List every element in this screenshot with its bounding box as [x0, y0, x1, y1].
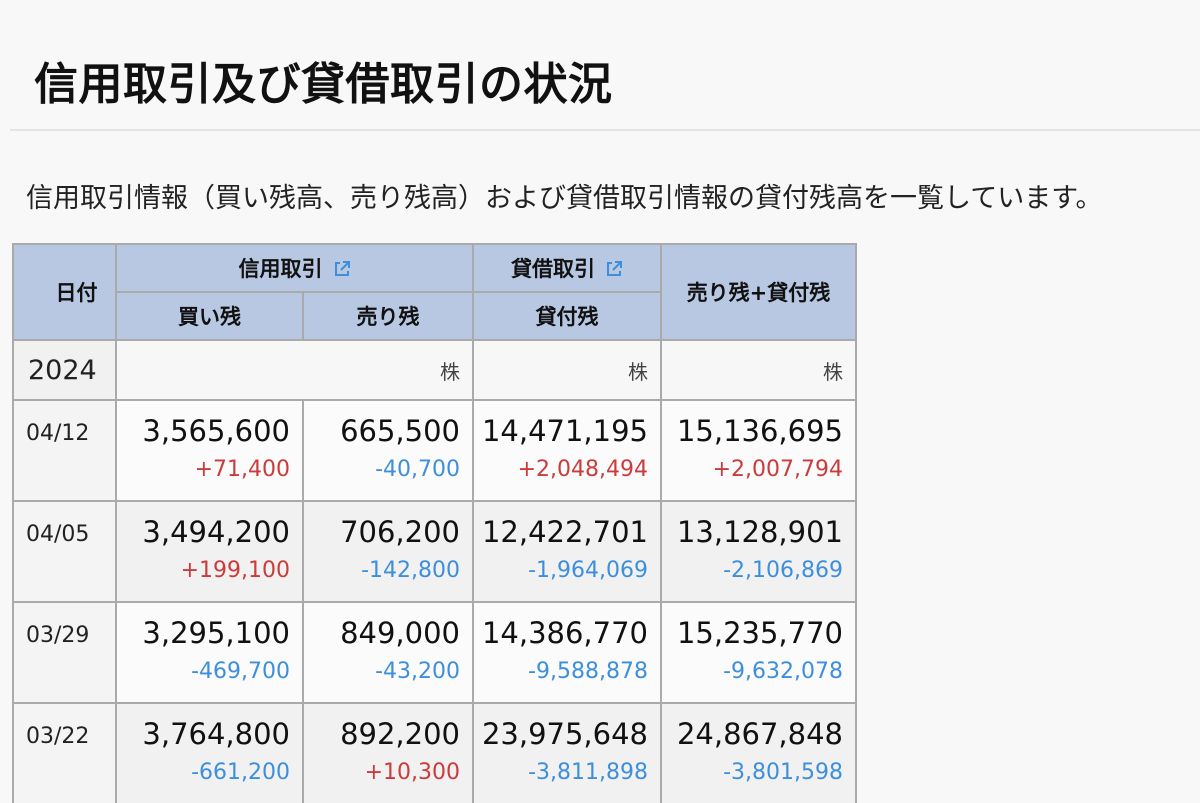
- total-balance-cell: 13,128,901 -2,106,869: [660, 500, 857, 603]
- buy-diff: -661,200: [191, 760, 290, 785]
- header-buy-balance: 買い残: [115, 291, 304, 341]
- lending-balance-cell: 14,471,195 +2,048,494: [472, 399, 662, 502]
- total-value: 15,235,770: [676, 616, 843, 650]
- buy-value: 3,565,600: [142, 414, 290, 448]
- lend-diff: +2,048,494: [517, 457, 648, 482]
- header-date: 日付: [12, 243, 117, 341]
- buy-diff: -469,700: [191, 659, 290, 684]
- external-link-icon: [605, 259, 623, 283]
- header-lending-trading: 貸借取引: [472, 243, 662, 293]
- total-balance-cell: 15,136,695 +2,007,794: [660, 399, 857, 502]
- total-diff: +2,007,794: [712, 457, 843, 482]
- total-value: 24,867,848: [676, 717, 843, 751]
- header-lending-balance: 貸付残: [472, 291, 662, 341]
- table-row: 04/05 3,494,200 +199,100 706,200 -142,800 …: [12, 500, 857, 603]
- sell-value: 665,500: [340, 414, 460, 448]
- row-date: 04/12: [12, 399, 117, 502]
- lend-diff: -3,811,898: [528, 760, 648, 785]
- total-value: 15,136,695: [676, 414, 843, 448]
- unit-cell-lending: 株: [472, 339, 662, 401]
- total-diff: -2,106,869: [723, 558, 843, 583]
- external-link-icon: [333, 259, 351, 283]
- table-row: 03/22 3,764,800 -661,200 892,200 +10,300 2…: [12, 702, 857, 803]
- sell-diff: -142,800: [361, 558, 460, 583]
- row-date: 03/29: [12, 601, 117, 704]
- buy-balance-cell: 3,494,200 +199,100: [115, 500, 304, 603]
- buy-balance-cell: 3,764,800 -661,200: [115, 702, 304, 803]
- sell-balance-cell: 849,000 -43,200: [302, 601, 474, 704]
- total-diff: -3,801,598: [723, 760, 843, 785]
- total-diff: -9,632,078: [723, 659, 843, 684]
- buy-diff: +71,400: [194, 457, 290, 482]
- title-divider: [10, 129, 1200, 131]
- page-title: 信用取引及び貸借取引の状況: [34, 59, 613, 110]
- sell-value: 892,200: [340, 717, 460, 751]
- lending-trading-label: 貸借取引: [511, 257, 595, 281]
- sell-balance-cell: 706,200 -142,800: [302, 500, 474, 603]
- lend-value: 14,386,770: [481, 616, 648, 650]
- sell-balance-cell: 665,500 -40,700: [302, 399, 474, 502]
- year-cell: 2024: [12, 339, 117, 401]
- margin-trading-label: 信用取引: [238, 257, 323, 281]
- buy-balance-cell: 3,565,600 +71,400: [115, 399, 304, 502]
- sell-balance-cell: 892,200 +10,300: [302, 702, 474, 803]
- lend-value: 23,975,648: [481, 717, 648, 751]
- sell-diff: -40,700: [375, 457, 460, 482]
- lend-diff: -1,964,069: [528, 558, 648, 583]
- total-balance-cell: 24,867,848 -3,801,598: [660, 702, 857, 803]
- buy-value: 3,295,100: [142, 616, 290, 650]
- table-row: 04/12 3,565,600 +71,400 665,500 -40,700 14…: [12, 399, 857, 502]
- margin-trading-link[interactable]: 信用取引: [239, 257, 351, 281]
- unit-cell-margin: 株: [115, 339, 474, 401]
- sell-value: 849,000: [340, 616, 460, 650]
- lend-value: 14,471,195: [481, 414, 648, 448]
- lending-trading-link[interactable]: 貸借取引: [511, 257, 623, 281]
- unit-cell-total: 株: [660, 339, 857, 401]
- buy-value: 3,494,200: [142, 515, 290, 549]
- header-short-plus-lending: 売り残+貸付残: [660, 243, 857, 341]
- buy-diff: +199,100: [180, 558, 290, 583]
- buy-value: 3,764,800: [142, 717, 290, 751]
- buy-balance-cell: 3,295,100 -469,700: [115, 601, 304, 704]
- row-date: 03/22: [12, 702, 117, 803]
- header-sell-balance: 売り残: [302, 291, 474, 341]
- credit-balance-table: 日付 信用取引 貸借取引 売り残+貸付残 買い残 売り残 貸付残 2024 株 …: [12, 243, 857, 803]
- lend-value: 12,422,701: [481, 515, 648, 549]
- lend-diff: -9,588,878: [528, 659, 648, 684]
- total-balance-cell: 15,235,770 -9,632,078: [660, 601, 857, 704]
- total-value: 13,128,901: [676, 515, 843, 549]
- page-description: 信用取引情報（買い残高、売り残高）および貸借取引情報の貸付残高を一覧しています。: [26, 183, 1103, 214]
- year-row: 2024 株 株 株: [12, 339, 857, 401]
- header-margin-trading: 信用取引: [115, 243, 474, 293]
- sell-value: 706,200: [340, 515, 460, 549]
- lending-balance-cell: 12,422,701 -1,964,069: [472, 500, 662, 603]
- lending-balance-cell: 23,975,648 -3,811,898: [472, 702, 662, 803]
- row-date: 04/05: [12, 500, 117, 603]
- lending-balance-cell: 14,386,770 -9,588,878: [472, 601, 662, 704]
- sell-diff: -43,200: [375, 659, 460, 684]
- table-row: 03/29 3,295,100 -469,700 849,000 -43,200 1…: [12, 601, 857, 704]
- sell-diff: +10,300: [364, 760, 460, 785]
